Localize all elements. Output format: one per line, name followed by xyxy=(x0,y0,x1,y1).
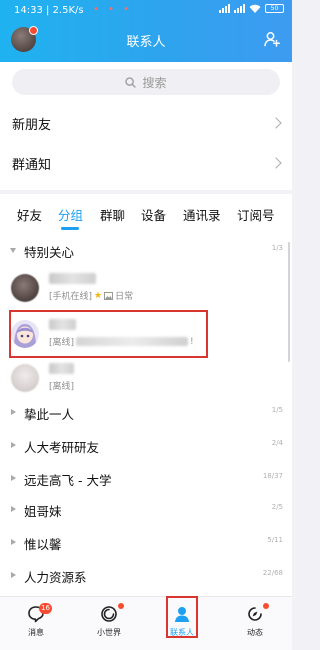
tab-devices[interactable]: 设备 xyxy=(141,205,166,224)
friend-status: [手机在线] ★ 日常 xyxy=(49,290,134,303)
top-card: 搜索 新朋友 群通知 xyxy=(0,62,292,190)
nav-label: 小世界 xyxy=(97,628,121,637)
friend-avatar xyxy=(11,364,39,392)
search-placeholder: 搜索 xyxy=(142,75,167,90)
group-notice-row[interactable]: 群通知 xyxy=(12,142,282,184)
highlight-box xyxy=(166,596,198,638)
group-header[interactable]: 特别关心 1/3 xyxy=(0,235,292,265)
star-icon: ★ xyxy=(94,290,103,301)
header-bar: 14:33 | 2.5K/s • • • 50 联系人 xyxy=(0,0,292,62)
tab-groups[interactable]: 分组 xyxy=(58,205,83,224)
contacts-panel: 好友 分组 群聊 设备 通讯录 订阅号 特别关心 1/3 [手机在线] ★ 日常 xyxy=(0,194,292,596)
group-count: 1/3 xyxy=(271,244,283,252)
nav-moments[interactable]: 动态 xyxy=(230,597,280,641)
moments-icon xyxy=(248,607,262,621)
search-icon xyxy=(125,76,137,88)
friend-avatar xyxy=(11,274,39,302)
group-name: 惟以馨 xyxy=(24,537,62,552)
group-count: 22/68 xyxy=(262,569,283,577)
group-name: 人大考研研友 xyxy=(24,440,100,455)
group-header[interactable]: 姐哥妹 2/5 xyxy=(0,494,292,524)
group-name: 姐哥妹 xyxy=(24,504,62,519)
group-count: 2/5 xyxy=(271,503,283,511)
signal-icon xyxy=(219,4,230,13)
group-name: 远走高飞 - 大学 xyxy=(24,473,112,488)
tab-address-book[interactable]: 通讯录 xyxy=(183,205,221,224)
add-friend-icon[interactable] xyxy=(264,31,280,47)
group-count: 2/4 xyxy=(271,439,283,447)
group-name: 人力资源系 xyxy=(24,570,87,585)
group-name: 特别关心 xyxy=(24,245,75,260)
friend-item[interactable]: [离线] xyxy=(0,358,292,402)
tab-friends[interactable]: 好友 xyxy=(17,205,42,224)
active-tab-indicator xyxy=(61,227,79,230)
status-time: 14:33 | 2.5K/s xyxy=(14,5,84,16)
new-friends-label: 新朋友 xyxy=(12,117,52,133)
notification-dot xyxy=(118,603,124,609)
nav-label: 消息 xyxy=(28,628,44,637)
tab-subscriptions[interactable]: 订阅号 xyxy=(237,205,275,224)
expand-arrow-icon xyxy=(11,409,16,415)
contact-tabs: 好友 分组 群聊 设备 通讯录 订阅号 xyxy=(0,194,292,232)
expand-arrow-icon xyxy=(11,506,16,512)
signal-icon xyxy=(234,4,245,13)
friend-name-blurred xyxy=(49,273,96,284)
friend-item[interactable]: [手机在线] ★ 日常 xyxy=(0,268,292,312)
expand-arrow-icon xyxy=(11,572,16,578)
new-friends-row[interactable]: 新朋友 xyxy=(12,102,282,144)
group-name: 挚此一人 xyxy=(24,407,75,422)
notification-dot xyxy=(263,603,269,609)
bottom-nav: 16 消息 小世界 联系人 动态 xyxy=(0,596,292,650)
battery-icon: 50 xyxy=(265,4,284,13)
chevron-right-icon xyxy=(270,117,282,129)
nav-messages[interactable]: 16 消息 xyxy=(11,597,61,641)
small-world-icon xyxy=(101,606,117,622)
group-count: 5/11 xyxy=(267,536,283,544)
highlight-box xyxy=(9,310,208,358)
notification-dots: • • • xyxy=(93,4,133,15)
nav-small-world[interactable]: 小世界 xyxy=(84,597,134,641)
tab-group-chats[interactable]: 群聊 xyxy=(100,205,125,224)
chevron-right-icon xyxy=(270,157,282,169)
nav-label: 动态 xyxy=(247,628,263,637)
search-box[interactable]: 搜索 xyxy=(12,69,280,95)
group-header[interactable]: 人力资源系 22/68 xyxy=(0,560,292,590)
group-count: 18/37 xyxy=(262,472,283,480)
group-header[interactable]: 人大考研研友 2/4 xyxy=(0,430,292,460)
wifi-icon xyxy=(249,4,261,13)
friend-name-blurred xyxy=(49,363,74,374)
group-header[interactable]: 惟以馨 5/11 xyxy=(0,527,292,557)
expand-arrow-icon xyxy=(10,248,16,253)
friend-status: [离线] xyxy=(49,382,75,392)
group-header[interactable]: 挚此一人 1/5 xyxy=(0,397,292,427)
group-count: 1/5 xyxy=(271,406,283,414)
expand-arrow-icon xyxy=(11,442,16,448)
group-header[interactable]: 远走高飞 - 大学 18/37 xyxy=(0,463,292,493)
page-title: 联系人 xyxy=(126,35,166,50)
status-icons: 50 xyxy=(219,4,284,13)
status-bar: 14:33 | 2.5K/s • • • 50 xyxy=(0,0,292,22)
expand-arrow-icon xyxy=(11,475,16,481)
expand-arrow-icon xyxy=(11,539,16,545)
unread-badge: 16 xyxy=(39,603,52,614)
image-icon xyxy=(104,291,114,300)
group-notice-label: 群通知 xyxy=(12,157,52,173)
